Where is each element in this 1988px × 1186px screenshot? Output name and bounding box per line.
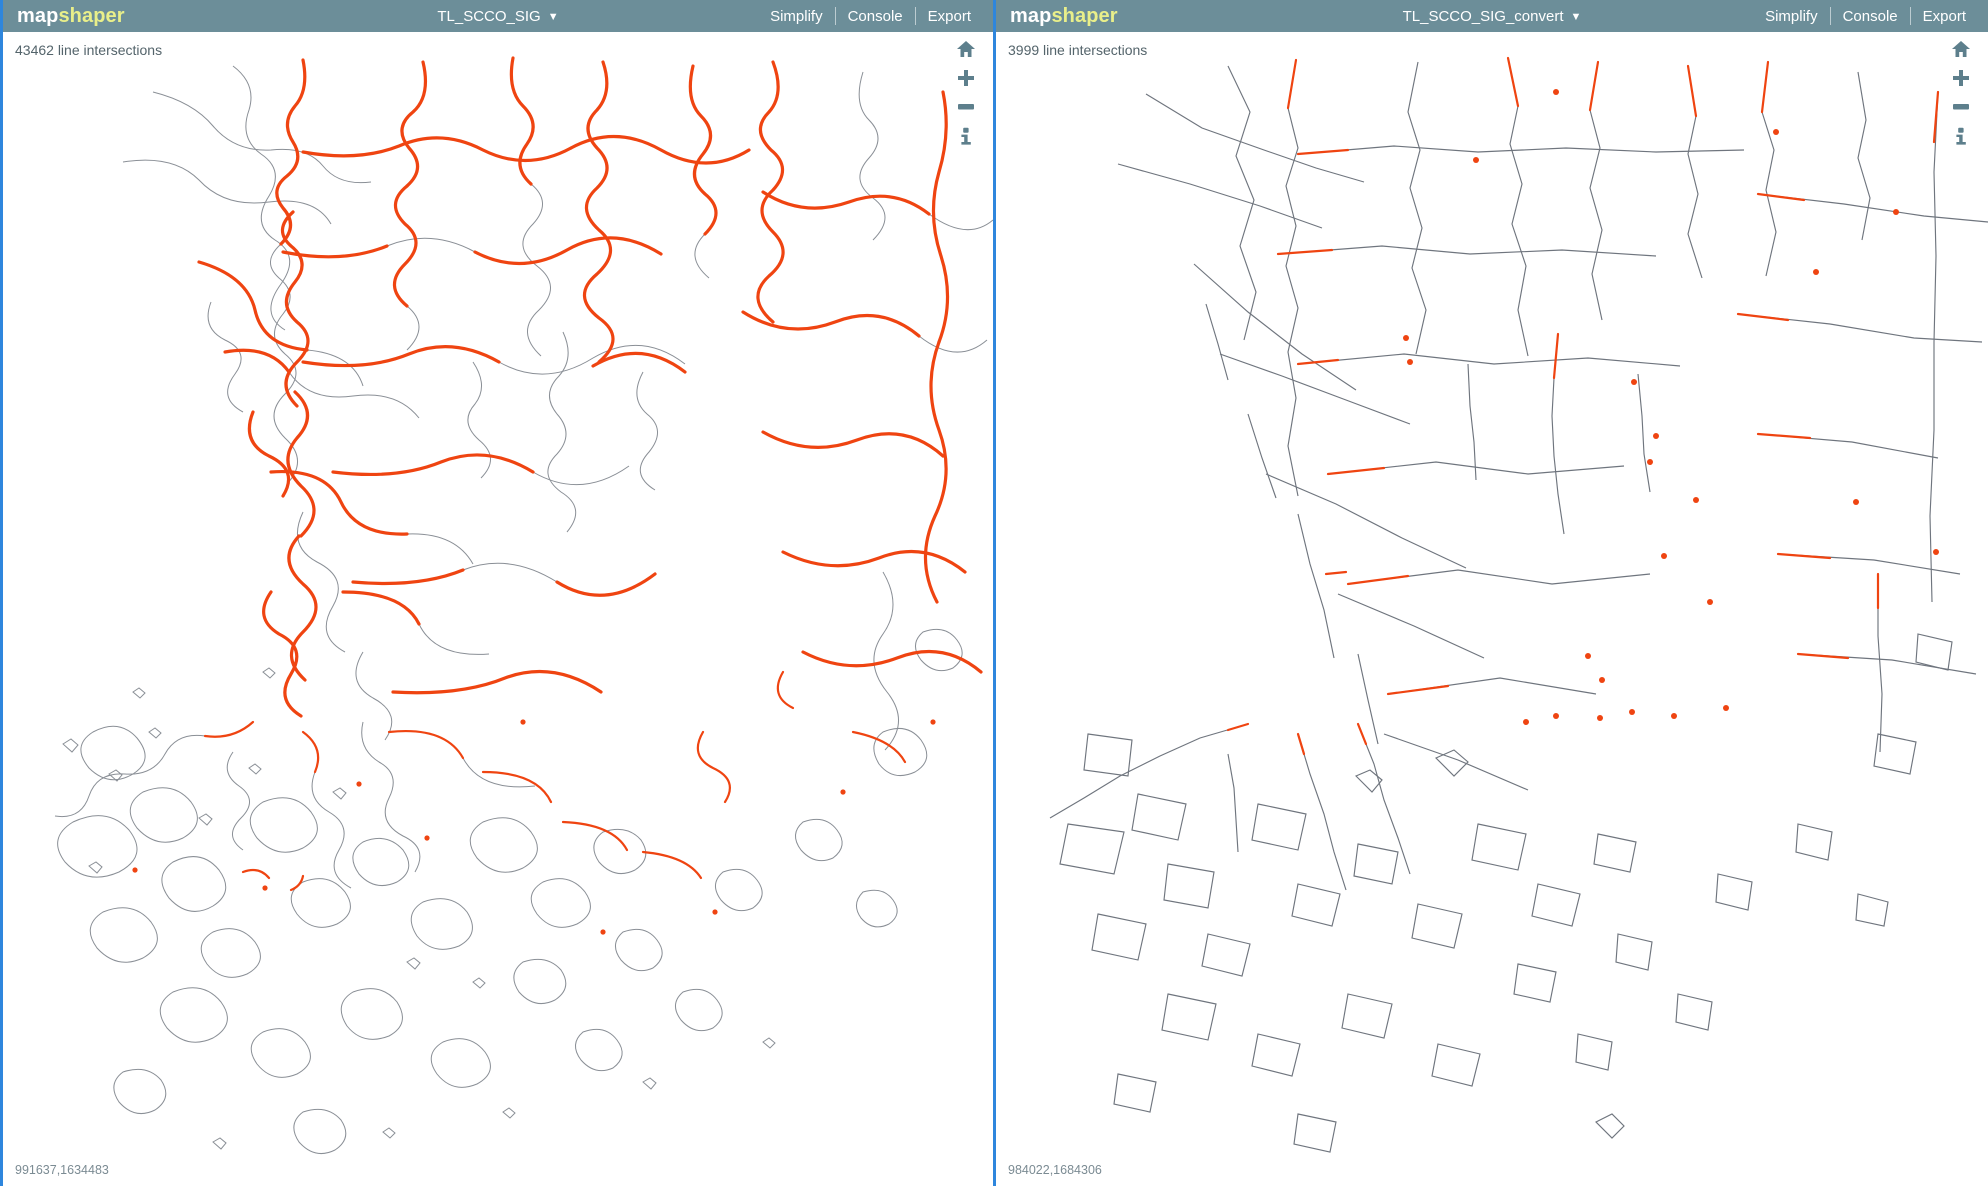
mapshaper-logo: mapshaper [1010, 6, 1118, 26]
topbar-right: mapshaper TL_SCCO_SIG_convert ▼ Simplify… [996, 0, 1988, 32]
document-selector-left[interactable]: TL_SCCO_SIG ▼ [437, 8, 558, 25]
boundary-layer-left [54, 57, 993, 1155]
logo-suffix: shaper [58, 5, 125, 27]
console-button-right[interactable]: Console [1831, 8, 1910, 25]
status-text-left: 43462 line intersections [15, 42, 163, 58]
simplify-button-right[interactable]: Simplify [1753, 8, 1830, 25]
coordinate-readout-left: 991637,1634483 [15, 1163, 109, 1177]
topmenu-left: Simplify Console Export [758, 7, 983, 25]
topbar-left: mapshaper TL_SCCO_SIG ▼ Simplify Console… [3, 0, 993, 32]
map-rendering-right [1049, 56, 1988, 1153]
map-panel-right: mapshaper TL_SCCO_SIG_convert ▼ Simplify… [993, 0, 1988, 1186]
mapshaper-app: mapshaper TL_SCCO_SIG ▼ Simplify Console… [0, 0, 1988, 1186]
status-text-right: 3999 line intersections [1008, 42, 1148, 58]
map-canvas-left[interactable]: 43462 line intersections 991637,1634483 [3, 32, 993, 1186]
intersection-layer-right [1226, 56, 1940, 756]
logo-prefix: map [1010, 5, 1052, 27]
map-rendering-left [54, 56, 993, 1155]
boundary-layer-right [1049, 57, 1988, 1153]
intersection-layer-left [132, 56, 983, 935]
export-button-left[interactable]: Export [916, 8, 983, 25]
zoom-in-icon[interactable] [955, 67, 977, 89]
zoom-out-icon[interactable] [955, 96, 977, 118]
map-nav-controls-left [953, 38, 979, 147]
console-button-left[interactable]: Console [836, 8, 915, 25]
zoom-out-icon[interactable] [1950, 96, 1972, 118]
info-icon[interactable] [1950, 125, 1972, 147]
info-icon[interactable] [955, 125, 977, 147]
chevron-down-icon: ▼ [1570, 10, 1582, 23]
home-icon[interactable] [1950, 38, 1972, 60]
map-nav-controls-right [1948, 38, 1974, 147]
zoom-in-icon[interactable] [1950, 67, 1972, 89]
export-button-right[interactable]: Export [1911, 8, 1978, 25]
mapshaper-logo: mapshaper [17, 6, 125, 26]
home-icon[interactable] [955, 38, 977, 60]
logo-suffix: shaper [1051, 5, 1118, 27]
chevron-down-icon: ▼ [547, 10, 559, 23]
document-selector-right[interactable]: TL_SCCO_SIG_convert ▼ [1403, 8, 1582, 25]
simplify-button-left[interactable]: Simplify [758, 8, 835, 25]
document-name-left: TL_SCCO_SIG [437, 7, 541, 25]
logo-prefix: map [17, 5, 59, 27]
document-name-right: TL_SCCO_SIG_convert [1402, 7, 1564, 25]
coordinate-readout-right: 984022,1684306 [1008, 1163, 1102, 1177]
map-panel-left: mapshaper TL_SCCO_SIG ▼ Simplify Console… [0, 0, 993, 1186]
topmenu-right: Simplify Console Export [1753, 7, 1978, 25]
map-canvas-right[interactable]: 3999 line intersections 984022,1684306 [996, 32, 1988, 1186]
